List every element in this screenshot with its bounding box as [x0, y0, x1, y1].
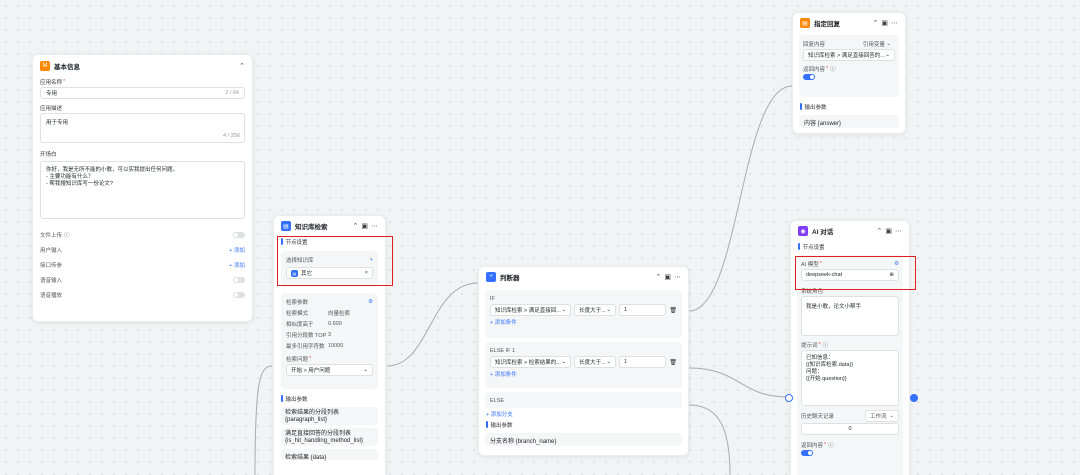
if-field-select[interactable]: 知识库检索 > 满足直接回... ⌄ — [490, 304, 572, 316]
output-item: 分支名称 {branch_name} — [485, 433, 682, 446]
content-mode-select[interactable]: 引用变量 ⌄ — [859, 39, 895, 49]
history-mode-select[interactable]: 工作流 ⌄ — [865, 409, 899, 422]
node-title: AI 对话 — [812, 229, 834, 236]
basic-info-node[interactable]: M 基本信息 ⌃ 应用名称 * 专用 2 / 64 应用描述 用于专用 4 / 256… — [32, 54, 253, 322]
chevron-down-icon: ⌄ — [363, 367, 368, 373]
collapse-icon[interactable]: ⌃ — [656, 273, 662, 281]
reply-node[interactable]: ▤ 指定回复 ⌃ ▣ ⋯ 回复内容 引用变量 ⌄ 知识库检索 > 满足直接回答的...… — [792, 12, 906, 134]
app-desc-label: 应用描述 — [40, 106, 63, 112]
node-title: 知识库检索 — [295, 224, 328, 231]
highlight-box — [795, 256, 916, 290]
output-item: 满足直接回答的分段列表 {is_hit_handling_method_list… — [281, 428, 378, 446]
condition-node[interactable]: ⑂ 判断器 ⌃ ▣ ⋯ IF 知识库检索 > 满足直接回... ⌄ 长度大于... ⌄ … — [478, 266, 689, 456]
app-name-input[interactable]: 专用 2 / 64 — [40, 87, 245, 99]
if-label: IF — [490, 295, 495, 302]
voice-input-toggle[interactable] — [233, 276, 245, 283]
more-icon[interactable]: ⋯ — [674, 273, 681, 281]
info-icon: ⓘ — [822, 342, 829, 349]
output-label: 输出参数 — [274, 393, 385, 404]
return-label: 返回内容 — [801, 442, 824, 449]
add-condition-button[interactable]: + 添加条件 — [490, 368, 677, 379]
node-title: 指定回复 — [814, 21, 840, 28]
opening-label: 开场白 — [40, 152, 57, 158]
api-param-label: 接口传参 — [40, 262, 63, 269]
app-desc-input[interactable]: 用于专用 4 / 256 — [40, 113, 245, 143]
user-input-add-button[interactable]: + 添加 — [229, 246, 245, 254]
file-upload-toggle[interactable] — [233, 231, 245, 238]
output-port[interactable] — [910, 394, 918, 402]
output-item: 内容 {answer} — [799, 115, 899, 128]
info-icon: ⓘ — [64, 232, 70, 239]
info-icon: ⓘ — [828, 442, 834, 449]
highlight-box — [277, 236, 393, 286]
mode-label: 检索模式 — [286, 310, 309, 317]
voice-play-label: 语音播放 — [40, 292, 63, 299]
elseif-value-input[interactable]: 1 — [618, 356, 667, 368]
opening-input[interactable]: 你好，我是无所不能的小歌，可以实我提出任何问题。 - 主要功能有什么？ - 帮我… — [40, 161, 245, 219]
voice-input-label: 语音输入 — [40, 277, 63, 284]
output-item: 检索结果 {data} — [281, 449, 378, 461]
role-input[interactable]: 我是小歌，论文小帮手 — [801, 296, 899, 336]
else-label: ELSE — [490, 397, 505, 404]
branch-icon: ⑂ — [486, 272, 496, 282]
collapse-icon[interactable]: ⌃ — [877, 227, 883, 235]
topn-label: 引用分段数 TOP — [286, 332, 327, 339]
delete-icon[interactable]: 🗑 — [669, 359, 677, 366]
search-params-label: 检索参数 — [286, 299, 309, 306]
input-port[interactable] — [785, 394, 793, 402]
output-item: 检索结果的分段列表 {paragraph_list} — [281, 407, 378, 425]
user-input-label: 用户输入 — [40, 247, 63, 254]
collapse-icon[interactable]: ⌃ — [873, 19, 879, 27]
add-condition-button[interactable]: + 添加条件 — [490, 316, 677, 327]
node-title: 判断器 — [500, 275, 520, 282]
output-label: 输出参数 — [793, 101, 905, 112]
elseif-field-select[interactable]: 知识库检索 > 检索结果的... ⌄ — [490, 356, 572, 368]
content-label: 回复内容 — [803, 41, 826, 48]
file-upload-label: 文件上传 — [40, 232, 63, 239]
history-label: 历史聊天记录 — [801, 413, 835, 420]
return-toggle[interactable] — [803, 74, 815, 80]
delete-icon[interactable]: 🗑 — [669, 307, 677, 314]
node-settings-label: 节点设置 — [791, 241, 909, 252]
knowledge-icon: ▤ — [281, 221, 291, 231]
elseif-op-select[interactable]: 长度大于... ⌄ — [574, 356, 616, 368]
collapse-icon[interactable]: ⌃ — [353, 222, 359, 230]
if-value-input[interactable]: 1 — [618, 304, 667, 316]
more-icon[interactable]: ⋯ — [371, 222, 378, 230]
topn-value: 3 — [328, 331, 332, 338]
more-icon[interactable]: ⋯ — [895, 227, 902, 235]
settings-icon[interactable]: ⚙ — [368, 299, 373, 305]
sim-value: 0.600 — [328, 320, 342, 327]
ai-icon: ◉ — [798, 226, 808, 236]
voice-play-toggle[interactable] — [233, 291, 245, 298]
elseif-label: ELSE IF 1 — [490, 347, 516, 354]
collapse-icon[interactable]: ⌃ — [239, 62, 245, 70]
app-name-label: 应用名称 — [40, 80, 63, 86]
panel-icon[interactable]: ▣ — [664, 273, 671, 281]
more-icon[interactable]: ⋯ — [891, 19, 898, 27]
return-label: 返回内容 — [803, 66, 826, 73]
app-icon: M — [40, 61, 50, 71]
prompt-input[interactable]: 已知信息： {{知识库检索.data}} 问题： {{开始.question}} — [801, 350, 899, 406]
sim-label: 相似度高于 — [286, 321, 314, 328]
question-select[interactable]: 开始 > 用户问题 ⌄ — [286, 364, 373, 376]
content-select[interactable]: 知识库检索 > 满足直接回答的... ⌄ — [803, 49, 895, 61]
info-icon: ⓘ — [830, 66, 836, 73]
history-count-input[interactable]: 0 — [801, 423, 899, 435]
mode-value: 向量检索 — [328, 310, 351, 317]
maxchar-value: 10000 — [328, 342, 344, 349]
if-op-select[interactable]: 长度大于... ⌄ — [574, 304, 616, 316]
panel-icon[interactable]: ▣ — [361, 222, 368, 230]
maxchar-label: 最多引用字符数 — [286, 343, 325, 350]
prompt-label: 提示词 — [801, 342, 818, 349]
node-title: 基本信息 — [54, 64, 80, 71]
api-param-add-button[interactable]: + 添加 — [229, 261, 245, 269]
output-label: 输出参数 — [479, 419, 688, 430]
return-toggle[interactable] — [801, 450, 813, 456]
panel-icon[interactable]: ▣ — [885, 227, 892, 235]
panel-icon[interactable]: ▣ — [881, 19, 888, 27]
reply-icon: ▤ — [800, 18, 810, 28]
question-label: 检索问题 — [286, 356, 309, 363]
add-branch-button[interactable]: + 添加分支 — [479, 408, 688, 419]
